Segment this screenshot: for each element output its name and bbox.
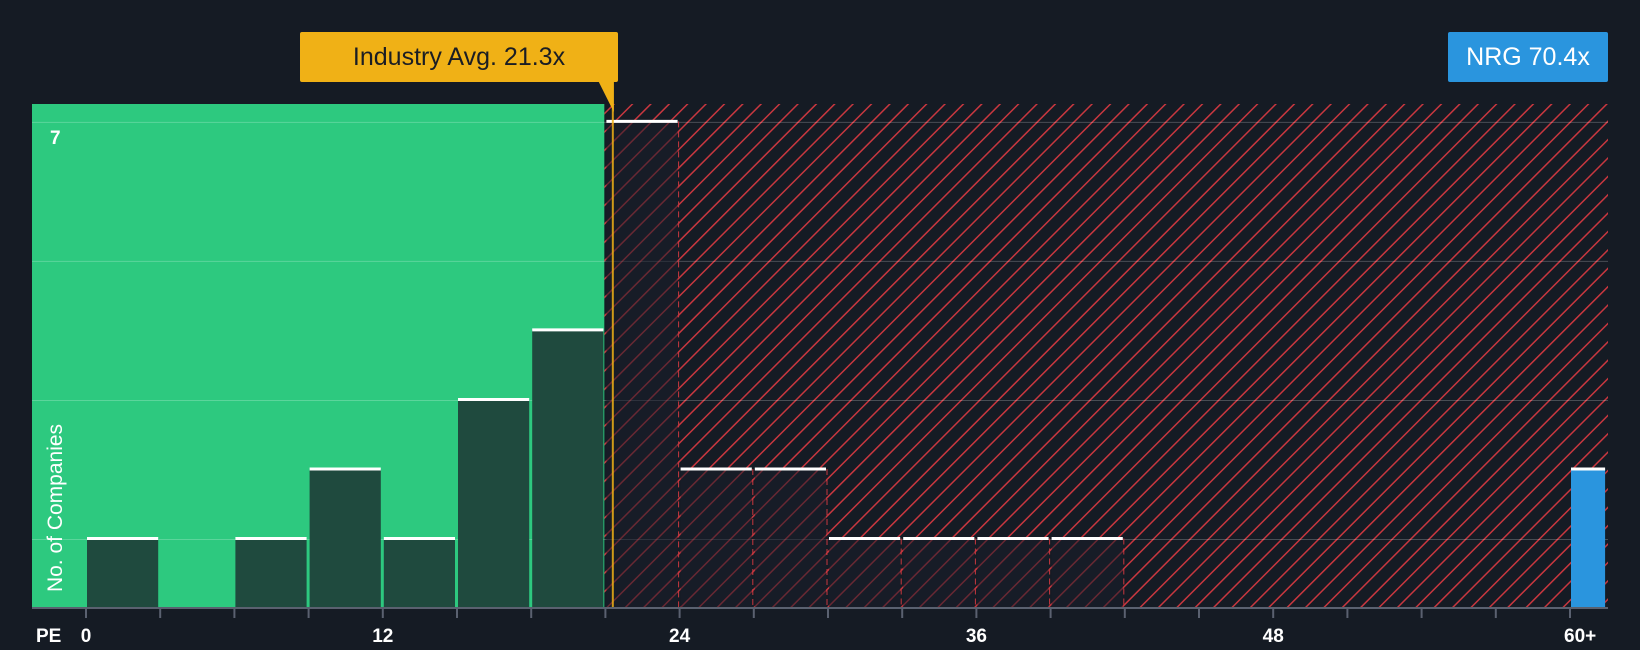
histogram-bar bbox=[606, 121, 678, 609]
histogram-bar bbox=[903, 538, 975, 608]
histogram-bar bbox=[977, 538, 1049, 608]
histogram-bar bbox=[829, 538, 901, 608]
histogram-bar bbox=[680, 468, 752, 608]
company-pe-badge: NRG 70.4x bbox=[1448, 32, 1608, 82]
x-tick-label: 12 bbox=[372, 626, 393, 647]
histogram-bar bbox=[1051, 538, 1123, 608]
x-tick-label: 36 bbox=[966, 626, 987, 647]
histogram-bar bbox=[309, 468, 381, 608]
x-axis-label: PE bbox=[36, 626, 61, 647]
histogram-bar bbox=[235, 538, 307, 608]
histogram-bar bbox=[754, 468, 826, 608]
histogram-bar bbox=[458, 399, 530, 608]
y-axis-label: No. of Companies bbox=[44, 423, 67, 593]
x-tick-label: 48 bbox=[1263, 626, 1284, 647]
y-tick-label: 7 bbox=[50, 128, 61, 149]
company-bar bbox=[1571, 468, 1606, 608]
x-tick-label: 0 bbox=[81, 626, 92, 647]
histogram-bar bbox=[532, 329, 604, 608]
histogram-bar bbox=[87, 538, 159, 608]
histogram-bar bbox=[383, 538, 455, 608]
pe-histogram: 0 12 24 36 48 60+ PE 7 bbox=[32, 82, 1608, 647]
x-tick-label: 60+ bbox=[1564, 626, 1596, 647]
x-tick-label: 24 bbox=[669, 626, 691, 647]
industry-average-badge: Industry Avg. 21.3x bbox=[300, 32, 618, 82]
